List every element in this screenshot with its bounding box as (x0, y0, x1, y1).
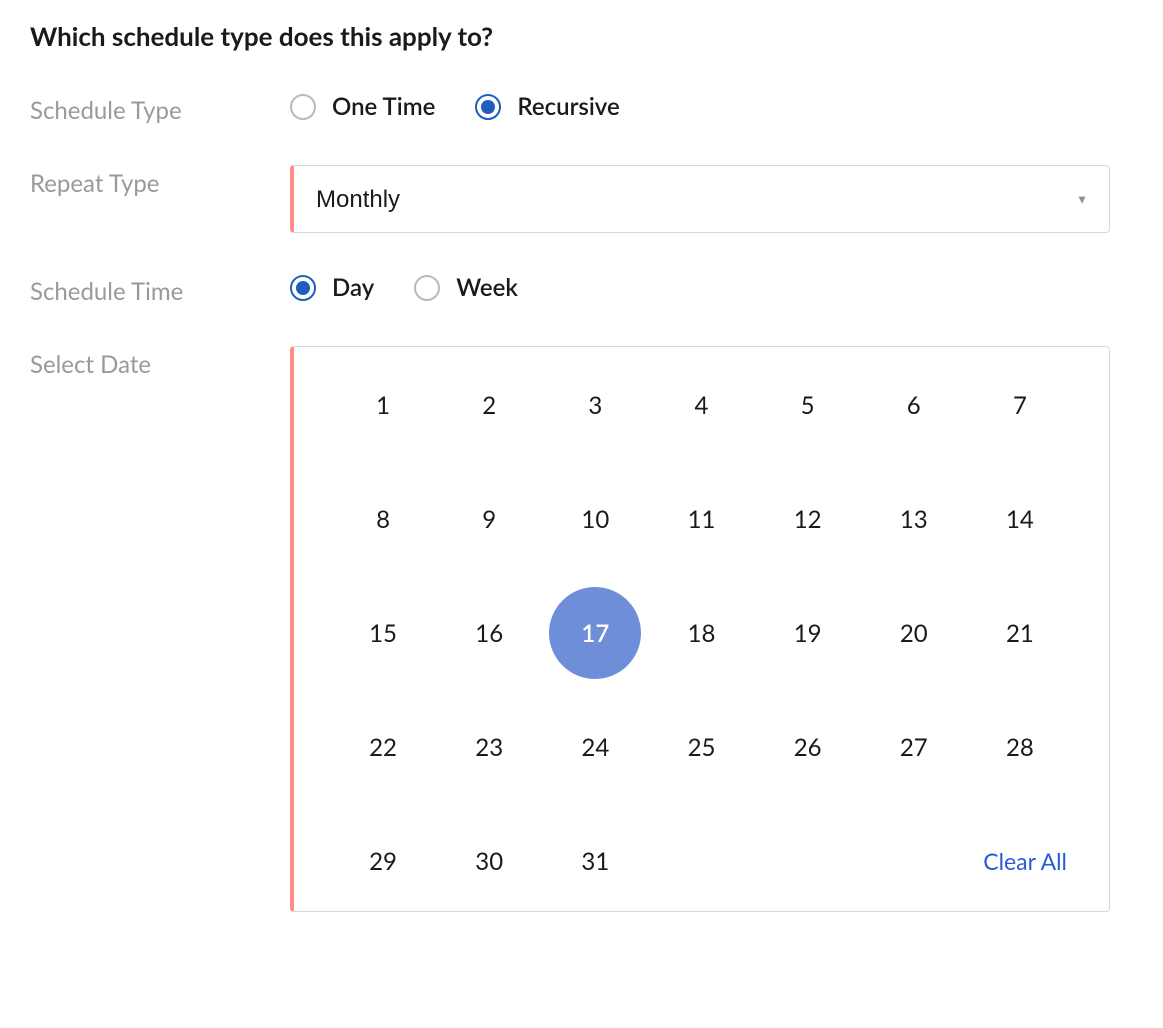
calendar-day[interactable]: 4 (654, 379, 748, 431)
radio-circle-icon (290, 94, 316, 120)
calendar-day[interactable]: 7 (973, 379, 1067, 431)
radio-one-time[interactable]: One Time (290, 92, 435, 121)
calendar-day[interactable]: 31 (548, 835, 642, 887)
calendar-day[interactable]: 3 (548, 379, 642, 431)
row-select-date: Select Date 1234567891011121314151617181… (30, 346, 1133, 912)
calendar-day[interactable]: 20 (867, 607, 961, 659)
repeat-type-select-wrap: Monthly ▼ (290, 165, 1110, 233)
calendar-day[interactable]: 1 (336, 379, 430, 431)
label-schedule-time: Schedule Time (30, 273, 290, 306)
radio-label-recursive: Recursive (517, 92, 619, 121)
radio-circle-icon (475, 94, 501, 120)
label-schedule-type: Schedule Type (30, 92, 290, 125)
calendar-day[interactable]: 15 (336, 607, 430, 659)
calendar-day[interactable]: 6 (867, 379, 961, 431)
calendar-day[interactable]: 10 (548, 493, 642, 545)
radio-week[interactable]: Week (414, 273, 518, 302)
calendar-day[interactable]: 22 (336, 721, 430, 773)
calendar-day[interactable]: 14 (973, 493, 1067, 545)
repeat-type-select[interactable]: Monthly (290, 165, 1110, 233)
schedule-type-radio-group: One Time Recursive (290, 92, 1133, 121)
calendar-grid: 1234567891011121314151617181920212223242… (330, 379, 1073, 887)
calendar-day[interactable]: 29 (336, 835, 430, 887)
calendar-day[interactable]: 5 (761, 379, 855, 431)
calendar-day[interactable]: 27 (867, 721, 961, 773)
schedule-time-radio-group: Day Week (290, 273, 1133, 302)
calendar-day[interactable]: 23 (442, 721, 536, 773)
calendar-day[interactable]: 11 (654, 493, 748, 545)
calendar-day[interactable]: 13 (867, 493, 961, 545)
calendar-day[interactable]: 28 (973, 721, 1067, 773)
clear-all-link[interactable]: Clear All (983, 847, 1073, 875)
calendar-day[interactable]: 21 (973, 607, 1067, 659)
label-repeat-type: Repeat Type (30, 165, 290, 198)
calendar-day[interactable]: 25 (654, 721, 748, 773)
row-schedule-time: Schedule Time Day Week (30, 273, 1133, 306)
calendar-day[interactable]: 19 (761, 607, 855, 659)
row-schedule-type: Schedule Type One Time Recursive (30, 92, 1133, 125)
date-picker: 1234567891011121314151617181920212223242… (290, 346, 1110, 912)
calendar-day[interactable]: 2 (442, 379, 536, 431)
radio-label-week: Week (456, 273, 518, 302)
section-heading: Which schedule type does this apply to? (30, 20, 1133, 52)
radio-label-day: Day (332, 273, 374, 302)
row-repeat-type: Repeat Type Monthly ▼ (30, 165, 1133, 233)
label-select-date: Select Date (30, 346, 290, 379)
calendar-day[interactable]: 18 (654, 607, 748, 659)
calendar-day[interactable]: 26 (761, 721, 855, 773)
calendar-day[interactable]: 9 (442, 493, 536, 545)
radio-day[interactable]: Day (290, 273, 374, 302)
radio-circle-icon (290, 275, 316, 301)
radio-circle-icon (414, 275, 440, 301)
calendar-day[interactable]: 30 (442, 835, 536, 887)
calendar-day[interactable]: 16 (442, 607, 536, 659)
calendar-day[interactable]: 17 (548, 607, 642, 659)
radio-label-one-time: One Time (332, 92, 435, 121)
schedule-form: Which schedule type does this apply to? … (0, 0, 1163, 952)
calendar-day[interactable]: 24 (548, 721, 642, 773)
calendar-day[interactable]: 12 (761, 493, 855, 545)
calendar-day[interactable]: 8 (336, 493, 430, 545)
radio-recursive[interactable]: Recursive (475, 92, 619, 121)
